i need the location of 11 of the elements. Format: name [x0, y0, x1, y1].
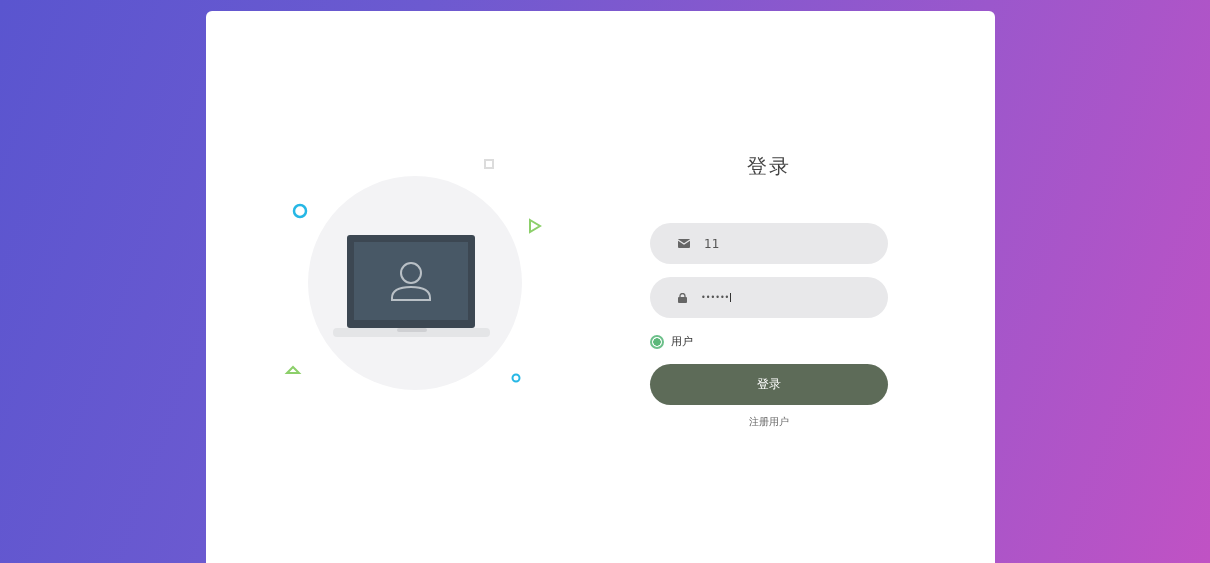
login-button[interactable]: 登录	[650, 364, 888, 405]
register-link[interactable]: 注册用户	[749, 415, 789, 429]
radio-button[interactable]	[650, 334, 664, 349]
email-field[interactable]: 11	[650, 223, 888, 264]
lock-icon	[678, 292, 687, 303]
field-value: 11	[704, 236, 720, 251]
password-field[interactable]: ••••••	[650, 277, 888, 318]
login-title: 登录	[747, 153, 791, 180]
envelope-icon	[678, 239, 690, 248]
field-value: ••••••	[701, 293, 732, 302]
radio-label: 用户	[671, 334, 693, 349]
